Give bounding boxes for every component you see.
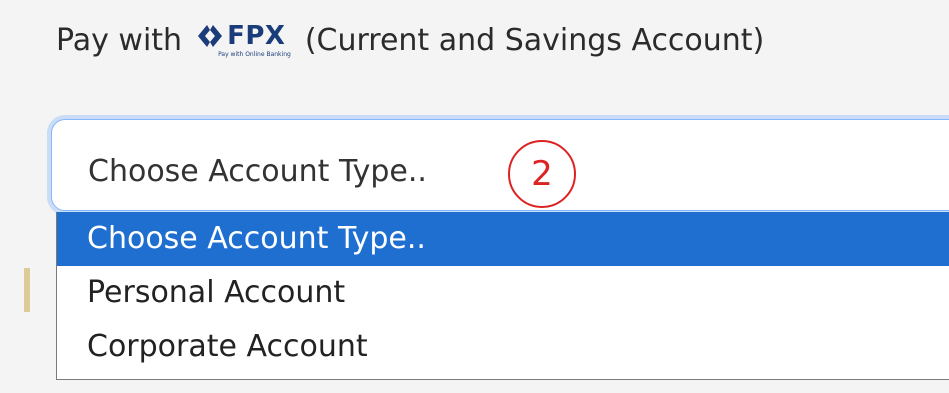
fpx-tagline: Pay with Online Banking xyxy=(218,51,291,58)
dropdown-option-choose-account-type[interactable]: Choose Account Type.. xyxy=(57,212,949,266)
step-annotation-number: 2 xyxy=(531,154,553,194)
pay-with-heading: Pay with FPX Pay with Online Banking (Cu… xyxy=(56,22,764,58)
dropdown-option-corporate-account[interactable]: Corporate Account xyxy=(57,320,949,374)
pay-with-prefix: Pay with xyxy=(56,22,183,58)
payment-method-panel: Pay with FPX Pay with Online Banking (Cu… xyxy=(0,0,949,393)
step-annotation: 2 xyxy=(508,140,576,208)
partial-left-element xyxy=(24,268,30,312)
fpx-brand-text: FPX xyxy=(227,21,286,51)
dropdown-option-personal-account[interactable]: Personal Account xyxy=(57,266,949,320)
fpx-logo-icon xyxy=(198,25,223,47)
account-type-dropdown-list: Choose Account Type.. Personal Account C… xyxy=(56,212,949,380)
account-type-select[interactable]: Choose Account Type.. xyxy=(51,119,949,211)
pay-with-suffix: (Current and Savings Account) xyxy=(304,22,765,58)
fpx-logo: FPX Pay with Online Banking xyxy=(196,22,291,58)
account-type-selected-value: Choose Account Type.. xyxy=(88,154,427,189)
